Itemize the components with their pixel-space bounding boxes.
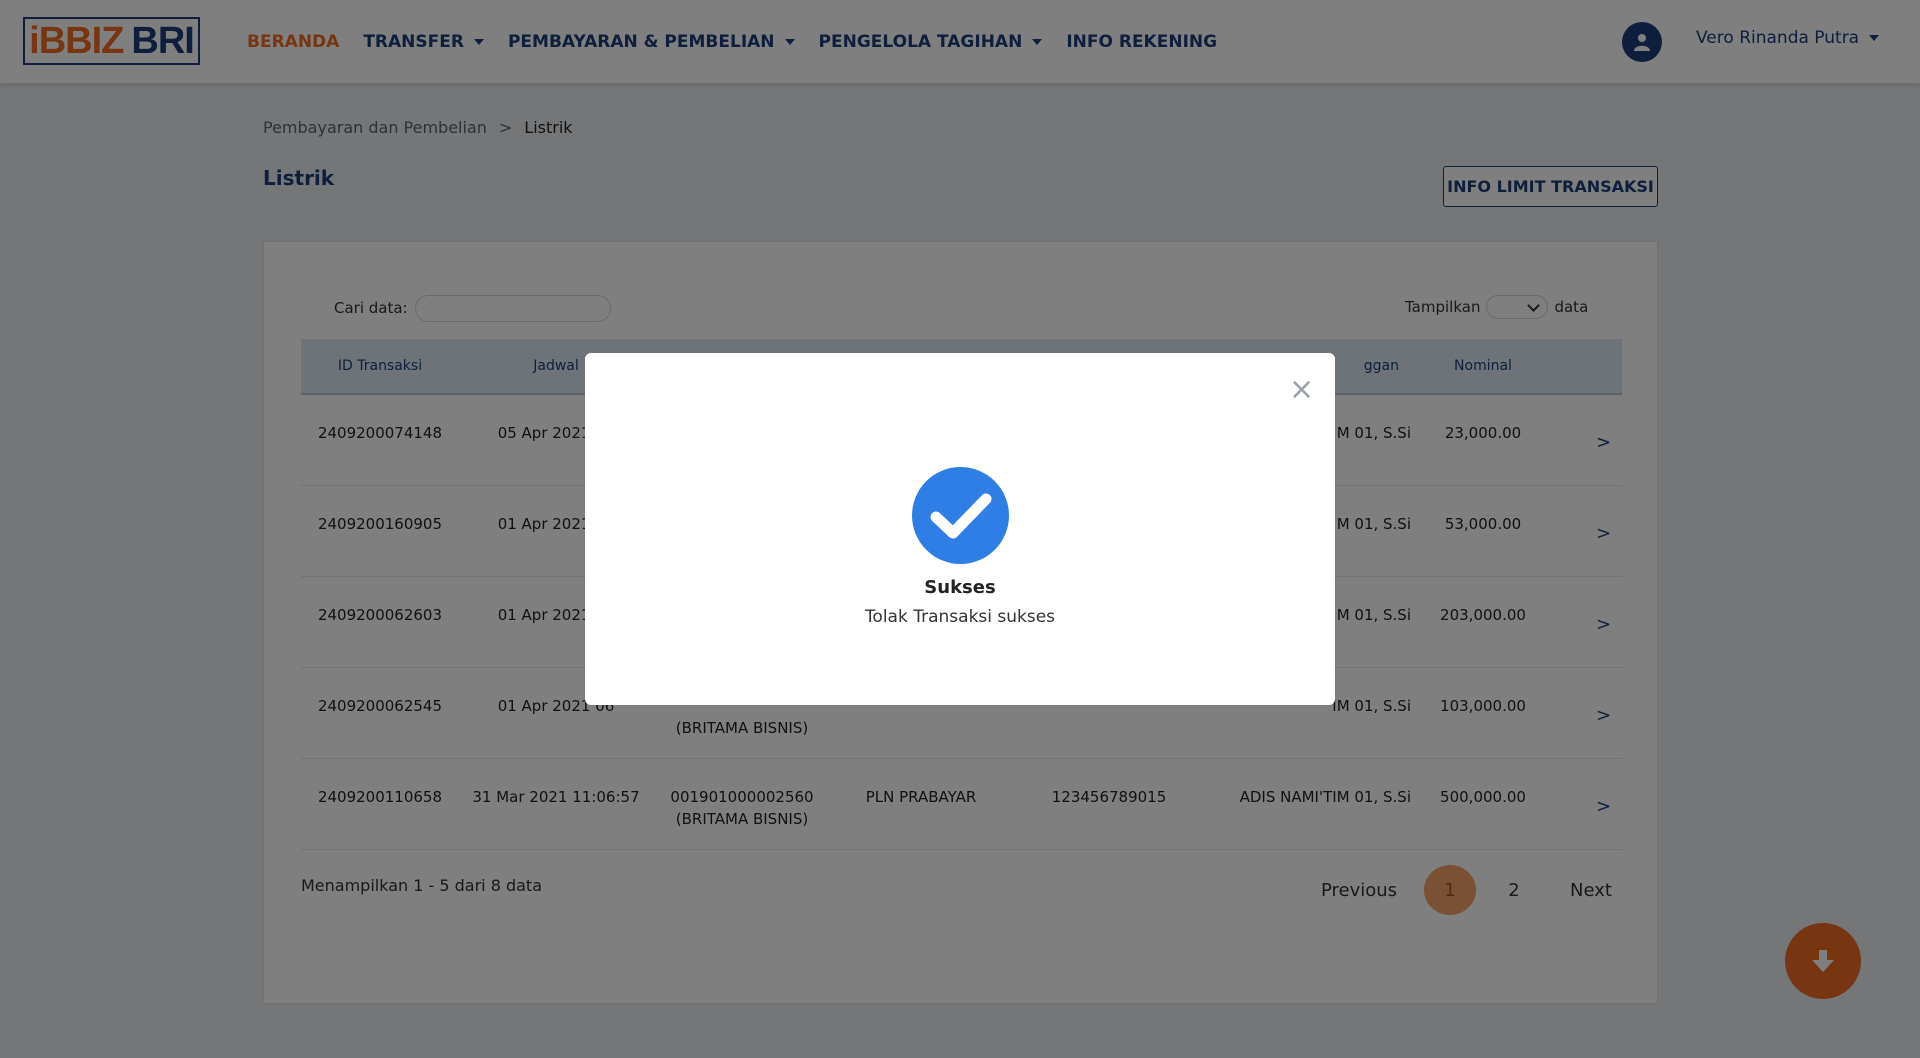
- modal-message: Tolak Transaksi sukses: [864, 607, 1056, 627]
- modal-title: Sukses: [924, 577, 996, 598]
- close-icon[interactable]: ×: [1289, 375, 1314, 405]
- checkmark-icon: [930, 493, 991, 538]
- check-circle-icon: [912, 467, 1009, 564]
- success-modal: × Sukses Tolak Transaksi sukses: [585, 353, 1335, 705]
